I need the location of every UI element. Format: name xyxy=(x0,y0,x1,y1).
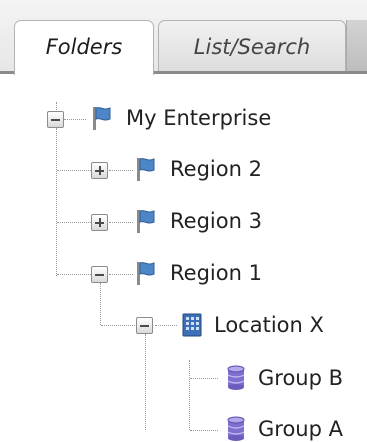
folder-tree: My Enterprise Region 2 Region 3 Region 1… xyxy=(0,74,367,442)
tree-connector xyxy=(100,283,101,325)
tree-connector xyxy=(190,378,218,379)
tab-bar-end xyxy=(346,20,367,72)
tree-connector xyxy=(109,222,133,223)
tree-node-my-enterprise[interactable]: My Enterprise xyxy=(126,104,271,132)
tree-node-region-3[interactable]: Region 3 xyxy=(170,207,262,235)
tree-node-group-b[interactable]: Group B xyxy=(258,364,343,392)
tree-connector xyxy=(57,274,91,275)
tree-node-group-a[interactable]: Group A xyxy=(258,415,343,442)
flag-icon xyxy=(137,158,155,181)
collapse-toggle-region-1[interactable] xyxy=(91,266,108,283)
tree-connector xyxy=(64,119,86,120)
database-icon xyxy=(227,365,245,390)
tree-connector xyxy=(57,222,91,223)
tree-connector xyxy=(190,430,218,431)
building-icon xyxy=(182,313,202,337)
flag-icon xyxy=(137,262,155,285)
expand-toggle-region-2[interactable] xyxy=(91,162,108,179)
collapse-toggle-my-enterprise[interactable] xyxy=(47,111,64,128)
tree-connector xyxy=(155,325,177,326)
tab-bar: Folders List/Search xyxy=(0,0,367,75)
flag-icon xyxy=(137,210,155,233)
tree-connector xyxy=(57,170,91,171)
tree-node-region-2[interactable]: Region 2 xyxy=(170,155,262,183)
collapse-toggle-location-x[interactable] xyxy=(136,317,153,334)
database-icon xyxy=(227,416,245,441)
flag-icon xyxy=(93,107,111,130)
tree-connector xyxy=(101,325,135,326)
tree-connector xyxy=(109,274,133,275)
tree-connector xyxy=(145,334,146,430)
tab-folders[interactable]: Folders xyxy=(14,20,154,75)
tree-connector xyxy=(56,128,57,276)
tree-connector xyxy=(109,170,133,171)
expand-toggle-region-3[interactable] xyxy=(91,214,108,231)
tree-node-location-x[interactable]: Location X xyxy=(214,311,324,339)
tab-list-search[interactable]: List/Search xyxy=(158,20,346,74)
tree-node-region-1[interactable]: Region 1 xyxy=(170,259,262,287)
tree-connector xyxy=(189,360,190,430)
